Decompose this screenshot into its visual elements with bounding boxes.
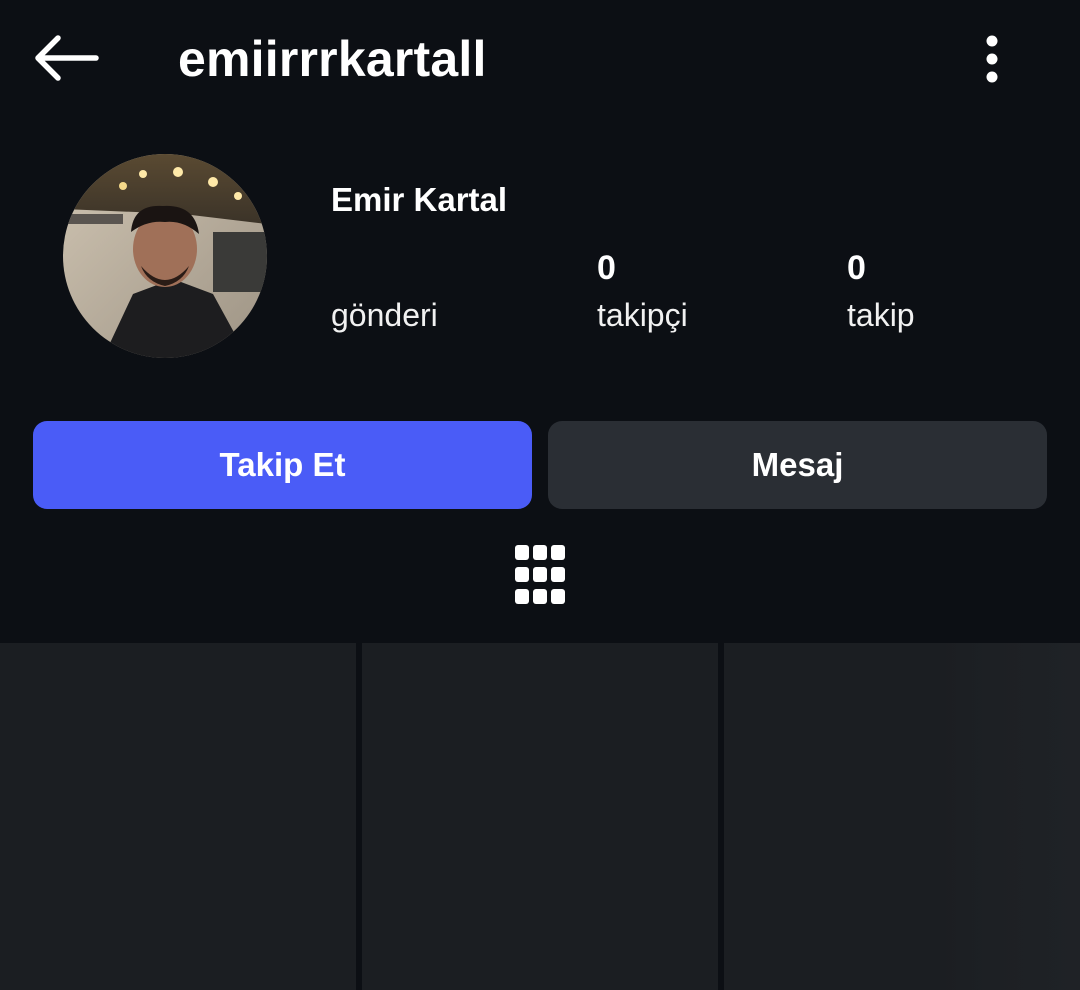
arrow-left-icon [35, 35, 99, 81]
following-label: takip [847, 297, 915, 333]
posts-stat[interactable]: gönderi [331, 248, 438, 335]
following-count: 0 [847, 249, 866, 287]
followers-stat[interactable]: 0 takipçi [597, 248, 688, 335]
back-button[interactable] [30, 30, 100, 86]
avatar[interactable] [63, 154, 267, 358]
grid-icon [515, 545, 565, 604]
posts-count [331, 248, 438, 288]
followers-label: takipçi [597, 297, 688, 333]
profile-username: emiirrrkartall [178, 31, 487, 87]
post-tile[interactable] [724, 643, 1080, 990]
followers-count: 0 [597, 249, 616, 287]
more-vertical-icon [986, 35, 998, 83]
display-name: Emir Kartal [331, 181, 508, 218]
post-tile[interactable] [0, 643, 356, 990]
more-options-button[interactable] [968, 30, 1016, 88]
posts-grid [0, 641, 1080, 990]
message-button[interactable]: Mesaj [548, 421, 1047, 509]
profile-screen: emiirrrkartall Emir Kartal gönderi 0 tak… [0, 0, 1080, 990]
posts-label: gönderi [331, 297, 438, 333]
tab-posts-grid[interactable] [514, 545, 566, 605]
following-stat[interactable]: 0 takip [847, 248, 915, 335]
follow-button[interactable]: Takip Et [33, 421, 532, 509]
profile-photo [63, 154, 267, 358]
top-bar: emiirrrkartall [0, 0, 1080, 120]
post-tile[interactable] [362, 643, 718, 990]
